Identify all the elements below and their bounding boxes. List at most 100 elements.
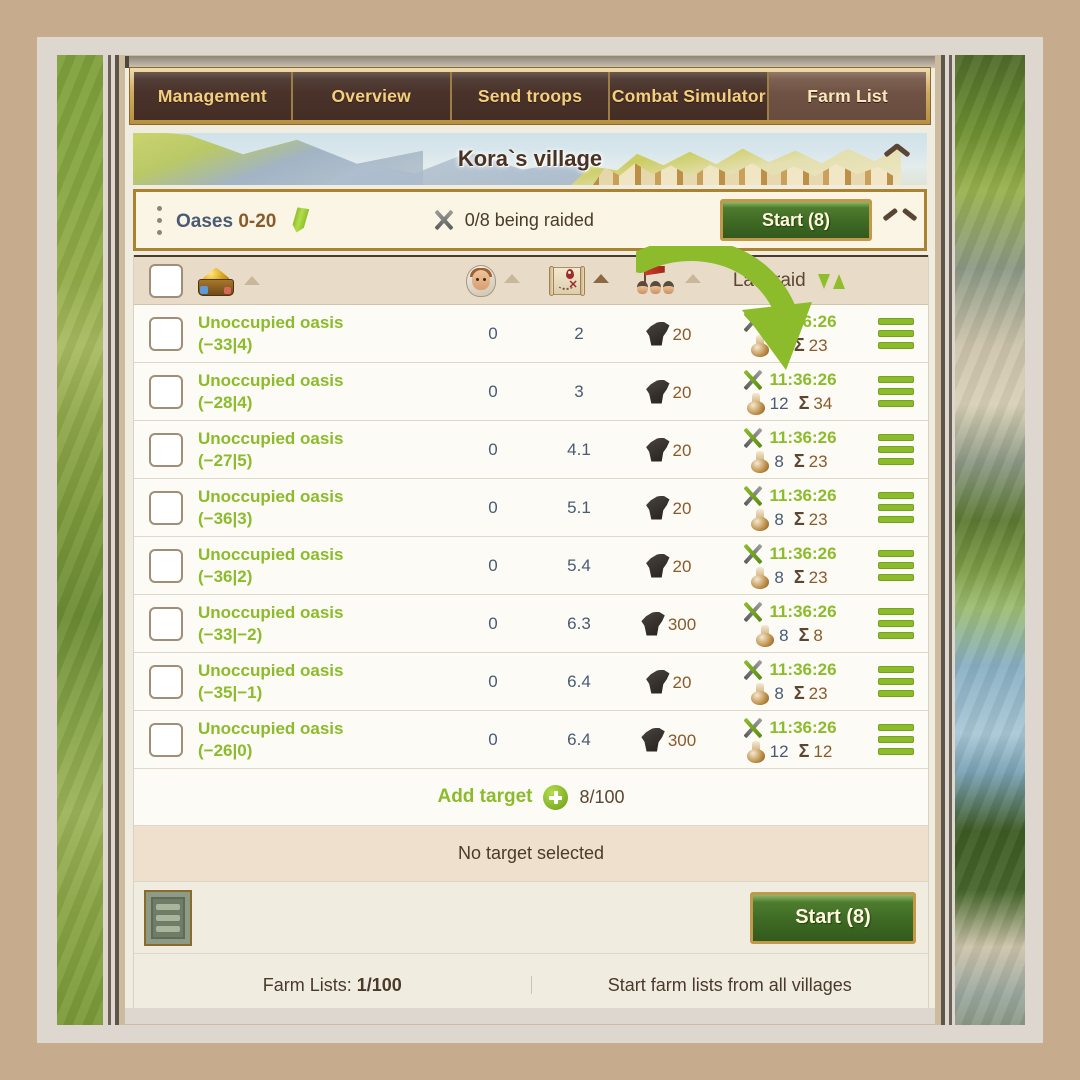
crossed-swords-icon xyxy=(432,209,456,231)
add-target-label[interactable]: Add target xyxy=(437,786,532,808)
distance-value: 5.1 xyxy=(567,497,591,517)
chevron-up-icon-list[interactable] xyxy=(880,205,920,235)
target-coords: (−35|−1) xyxy=(198,682,263,702)
sum-sigma-icon: Σ xyxy=(798,625,810,645)
loot-cell: 0 xyxy=(450,614,536,634)
panel-footer: Farm Lists: 1/100 Start farm lists from … xyxy=(134,954,928,1016)
loot-value: 0 xyxy=(488,555,498,575)
header-distance-cell[interactable] xyxy=(450,264,536,297)
start-button-top[interactable]: Start (8) xyxy=(720,199,872,241)
loot-pile-icon xyxy=(198,266,234,296)
farm-list-name-word: Oases xyxy=(176,211,234,232)
table-row: Unoccupied oasis (−26|0) 0 6.4 300 11:36:26 12… xyxy=(134,711,928,769)
target-name-cell[interactable]: Unoccupied oasis (−35|−1) xyxy=(198,660,450,704)
loot-cell: 0 xyxy=(450,672,536,692)
distance-cell: 3 xyxy=(536,382,622,402)
loot-pot-icon xyxy=(755,624,775,647)
crossed-swords-icon xyxy=(741,601,765,623)
village-banner: Kora`s village xyxy=(133,133,927,185)
crossed-swords-icon xyxy=(741,485,765,507)
row-menu-icon[interactable] xyxy=(878,434,914,465)
sort-updown-icon[interactable] xyxy=(818,273,846,289)
row-menu-icon[interactable] xyxy=(878,550,914,581)
target-name-cell[interactable]: Unoccupied oasis (−28|4) xyxy=(198,370,450,414)
selection-status: No target selected xyxy=(134,826,928,882)
header-map-cell[interactable]: ✕ xyxy=(536,265,622,296)
row-checkbox[interactable] xyxy=(149,722,183,757)
row-select-cell xyxy=(134,316,198,351)
loot-cell: 0 xyxy=(450,382,536,402)
header-last-raid-cell[interactable]: Last raid xyxy=(714,270,864,292)
target-name-cell[interactable]: Unoccupied oasis (−33|4) xyxy=(198,312,450,356)
villager-face-icon xyxy=(465,264,496,297)
tab-send-troops-label: Send troops xyxy=(477,85,583,106)
target-name-cell[interactable]: Unoccupied oasis (−36|2) xyxy=(198,544,450,588)
sort-arrow-map-icon[interactable] xyxy=(593,273,610,283)
row-menu-icon[interactable] xyxy=(878,376,914,407)
tab-overview[interactable]: Overview xyxy=(292,72,452,120)
tab-send-troops[interactable]: Send troops xyxy=(451,72,611,120)
loot-cell: 0 xyxy=(450,324,536,344)
sort-arrow-troops-icon[interactable] xyxy=(685,273,702,283)
plus-circle-icon[interactable] xyxy=(543,784,569,810)
tab-management[interactable]: Management xyxy=(134,72,293,120)
row-checkbox[interactable] xyxy=(149,490,183,525)
distance-cell: 5.1 xyxy=(536,498,622,518)
distance-cell: 6.4 xyxy=(536,672,622,692)
list-view-icon[interactable] xyxy=(144,889,192,946)
start-button-bottom[interactable]: Start (8) xyxy=(750,891,916,944)
row-checkbox[interactable] xyxy=(149,548,183,583)
header-troops-cell[interactable] xyxy=(622,265,714,296)
loot-value: 0 xyxy=(488,381,498,401)
window-border-right-outer xyxy=(949,55,952,1025)
loot-cell: 0 xyxy=(450,440,536,460)
select-all-checkbox[interactable] xyxy=(149,263,183,298)
sum-value: 34 xyxy=(813,393,833,413)
crossed-swords-icon xyxy=(741,543,765,565)
distance-cell: 6.3 xyxy=(536,614,622,634)
tab-combat-simulator[interactable]: Combat Simulator xyxy=(610,72,770,120)
row-menu-icon[interactable] xyxy=(878,608,914,639)
target-name-cell[interactable]: Unoccupied oasis (−36|3) xyxy=(198,486,450,530)
last-raid-time: 11:36:26 xyxy=(769,427,837,447)
row-menu-icon[interactable] xyxy=(878,724,914,755)
row-checkbox[interactable] xyxy=(149,432,183,467)
start-all-villages-link[interactable]: Start farm lists from all villages xyxy=(532,976,929,994)
action-bar: Start (8) xyxy=(134,882,928,954)
target-name-cell[interactable]: Unoccupied oasis (−26|0) xyxy=(198,718,450,762)
row-menu-icon[interactable] xyxy=(878,492,914,523)
crossed-swords-icon xyxy=(741,659,765,681)
sum-value: 23 xyxy=(808,451,828,471)
sort-arrow-loot-icon[interactable] xyxy=(244,276,260,285)
background-landscape-left xyxy=(57,55,103,1025)
header-loot-cell[interactable] xyxy=(198,266,450,296)
horse-icon xyxy=(646,321,670,346)
last-raid-time: 11:36:26 xyxy=(769,311,837,331)
target-name: Unoccupied oasis xyxy=(198,312,344,332)
loot-pot-icon xyxy=(750,566,770,589)
row-checkbox[interactable] xyxy=(149,374,183,409)
loot-pot-icon xyxy=(746,740,766,763)
tab-farm-list[interactable]: Farm List xyxy=(769,72,926,120)
row-checkbox[interactable] xyxy=(149,664,183,699)
row-menu-icon[interactable] xyxy=(878,666,914,697)
landscape-art-left xyxy=(57,55,103,1025)
sum-sigma-icon: Σ xyxy=(793,567,805,587)
target-coords: (−33|−2) xyxy=(198,624,263,644)
row-menu-icon[interactable] xyxy=(878,318,914,349)
target-name-cell[interactable]: Unoccupied oasis (−27|5) xyxy=(198,428,450,472)
crossed-swords-icon xyxy=(741,369,765,391)
distance-value: 2 xyxy=(574,323,584,343)
row-menu-cell xyxy=(864,666,928,697)
farm-list-name[interactable]: Oases 0-20 xyxy=(176,207,306,233)
sort-arrow-distance-icon[interactable] xyxy=(504,273,521,283)
horse-icon xyxy=(646,669,670,694)
start-button-top-label: Start (8) xyxy=(761,209,830,230)
row-checkbox[interactable] xyxy=(149,316,183,351)
target-name-cell[interactable]: Unoccupied oasis (−33|−2) xyxy=(198,602,450,646)
row-checkbox[interactable] xyxy=(149,606,183,641)
drag-dots-icon[interactable] xyxy=(146,205,172,235)
row-select-cell xyxy=(134,490,198,525)
chevron-up-icon[interactable] xyxy=(885,149,909,163)
last-raid-cell: 11:36:26 8 Σ 23 xyxy=(714,659,864,705)
